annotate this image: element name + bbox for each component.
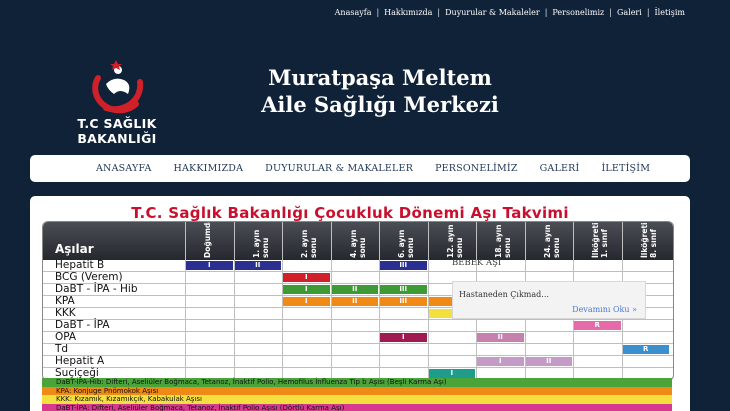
dose-cell: I xyxy=(380,333,427,342)
site-title: Muratpaşa Meltem Aile Sağlığı Merkezi xyxy=(220,64,540,118)
vaccine-row-label: DaBT - İPA xyxy=(55,319,110,331)
ministry-of-health-logo-icon xyxy=(92,60,144,114)
site-title-line-2: Aile Sağlığı Merkezi xyxy=(261,92,499,117)
read-more-link[interactable]: Devamını Oku » xyxy=(572,305,637,314)
grid-divider xyxy=(43,355,673,356)
column-header: İlköğretim 8. sınıf xyxy=(639,221,658,258)
news-popup: Hastaneden Çıkmad... Devamını Oku » xyxy=(452,281,646,319)
logo-text: T.C SAĞLIK BAKANLIĞI xyxy=(77,116,157,146)
dose-cell: II xyxy=(525,357,572,366)
vaccine-row-label: Hepatit A xyxy=(55,355,105,367)
vaccine-row-label: KPA xyxy=(55,295,75,307)
separator: | xyxy=(376,8,380,17)
column-header: 18. ayın sonu xyxy=(494,224,513,258)
grid-divider xyxy=(43,331,673,332)
dose-cell: I xyxy=(186,261,233,270)
grid-divider xyxy=(185,222,186,380)
grid-divider xyxy=(43,319,673,320)
vaccine-row-label: Td xyxy=(55,343,69,355)
main-nav-personelimiz[interactable]: PERSONELİMİZ xyxy=(435,163,518,174)
top-nav-anasayfa[interactable]: Anasayfa xyxy=(330,8,377,17)
main-nav-duyurular[interactable]: DUYURULAR & MAKALELER xyxy=(265,163,413,174)
ministry-logo[interactable]: T.C SAĞLIK BAKANLIĞI xyxy=(42,58,192,146)
grid-divider xyxy=(43,367,673,368)
dose-cell: II xyxy=(331,297,378,306)
main-nav-anasayfa[interactable]: ANASAYFA xyxy=(96,163,152,174)
dose-cell: II xyxy=(234,261,281,270)
grid-divider xyxy=(43,343,673,344)
dose-cell: R xyxy=(622,345,669,354)
top-nav-galeri[interactable]: Galeri xyxy=(612,8,647,17)
column-header: 4. ayın sonu xyxy=(348,229,367,258)
dose-cell: I xyxy=(428,369,475,378)
grid-divider xyxy=(233,222,235,380)
dose-cell: III xyxy=(380,285,427,294)
separator: | xyxy=(437,8,441,17)
column-header: 6. ayın sonu xyxy=(397,229,416,258)
main-nav-iletisim[interactable]: İLETİŞİM xyxy=(601,163,650,174)
grid-divider xyxy=(43,271,673,272)
separator: | xyxy=(544,8,548,17)
top-nav-iletisim[interactable]: İletişim xyxy=(650,8,690,17)
dose-cell: II xyxy=(331,285,378,294)
main-nav: ANASAYFA HAKKIMIZDA DUYURULAR & MAKALELE… xyxy=(30,155,690,182)
dose-cell: R xyxy=(574,321,621,330)
site-title-line-1: Muratpaşa Meltem xyxy=(268,65,492,90)
dose-cell: III xyxy=(380,297,427,306)
top-nav: Anasayfa | Hakkımızda | Duyurular & Makale… xyxy=(330,8,690,17)
main-nav-galeri[interactable]: GALERİ xyxy=(540,163,580,174)
dose-cell: I xyxy=(283,273,330,282)
column-header: 24. ayın sonu xyxy=(542,224,561,258)
vaccine-row-label: BCG (Verem) xyxy=(55,271,123,283)
column-header: 1. ayın sonu xyxy=(251,229,270,258)
column-header: Doğumda xyxy=(203,221,213,258)
column-header: İlköğretim 1. sınıf xyxy=(591,221,610,258)
column-header: 2. ayın sonu xyxy=(300,229,319,258)
dose-cell: I xyxy=(283,297,330,306)
dose-cell: II xyxy=(477,333,524,342)
column-header: 12. ayın sonu xyxy=(445,224,464,258)
dose-cell: I xyxy=(477,357,524,366)
bebek-asi-label: BEBEK AŞI xyxy=(452,258,502,268)
separator: | xyxy=(646,8,650,17)
separator: | xyxy=(609,8,612,17)
vaccine-row-label: DaBT - İPA - Hib xyxy=(55,283,138,295)
main-nav-hakkimizda[interactable]: HAKKIMIZDA xyxy=(174,163,244,174)
vaccine-row-label: OPA xyxy=(55,331,77,343)
top-nav-personelimiz[interactable]: Personelimiz xyxy=(547,8,609,17)
legend-item: DaBT-İPA: Difteri, Aseliüler Boğmaca, Te… xyxy=(42,403,672,411)
top-nav-hakkimizda[interactable]: Hakkımızda xyxy=(379,8,437,17)
vaccine-schedule-title: T.C. Sağlık Bakanlığı Çocukluk Dönemi Aş… xyxy=(131,204,569,222)
vaccine-row-label: Hepatit B xyxy=(55,259,105,271)
grid-header-label: Aşılar xyxy=(55,242,94,256)
dose-cell: III xyxy=(380,261,427,270)
vaccine-row-label: KKK xyxy=(55,307,76,319)
top-nav-duyurular[interactable]: Duyurular & Makaleler xyxy=(440,8,545,17)
popup-text: Hastaneden Çıkmad... xyxy=(459,290,549,299)
dose-cell: I xyxy=(283,285,330,294)
